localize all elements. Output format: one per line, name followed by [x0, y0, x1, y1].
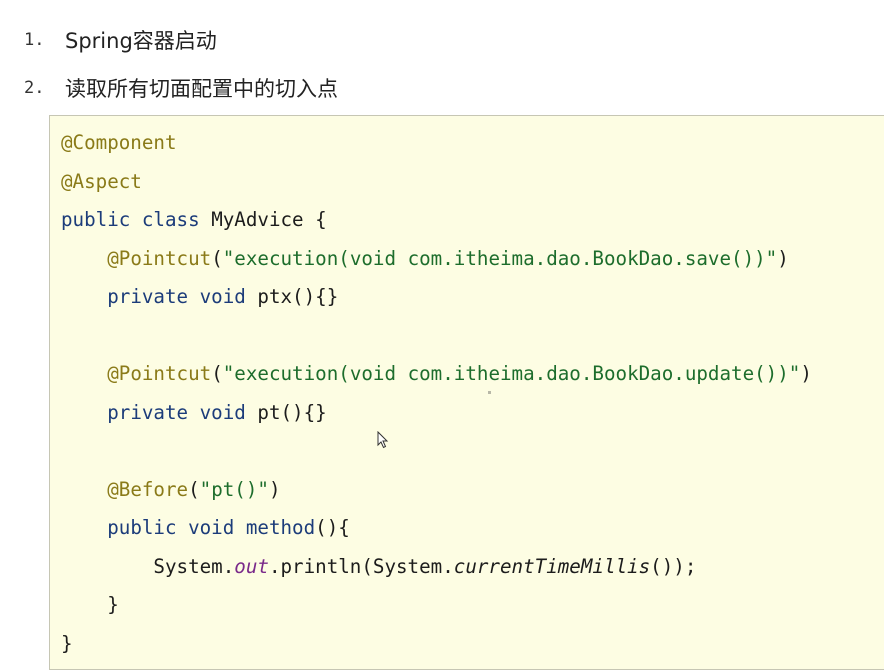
- code-token: pt(){}: [257, 400, 327, 424]
- code-block: @Component @Aspect public class MyAdvice {…: [49, 115, 884, 670]
- code-line: @Pointcut("execution(void com.itheima.da…: [61, 355, 812, 393]
- mouse-pointer-icon: [377, 431, 389, 449]
- list-item-number: 2.: [24, 78, 45, 98]
- code-token: (: [211, 362, 223, 385]
- code-line: public void method(){: [61, 509, 350, 547]
- code-token: }: [61, 593, 119, 616]
- code-line: }: [61, 625, 73, 663]
- code-token: }: [61, 631, 73, 655]
- code-token: method: [245, 516, 316, 539]
- code-line: @Aspect: [61, 163, 142, 201]
- code-line: public class MyAdvice {: [61, 201, 327, 239]
- code-line: @Before("pt()"): [61, 471, 281, 509]
- list-item-text: 读取所有切面配置中的切入点: [65, 77, 338, 101]
- code-line: private void pt(){}: [61, 394, 327, 432]
- code-token: private void: [107, 400, 258, 424]
- code-token: (){: [315, 516, 350, 539]
- code-token: "pt()": [199, 477, 269, 501]
- code-token: public class: [61, 208, 212, 231]
- code-token: (: [188, 477, 200, 501]
- code-token: ptx(){}: [257, 285, 339, 308]
- code-token: ());: [650, 554, 697, 578]
- list-item-text: Spring容器启动: [65, 29, 217, 53]
- code-line: private void ptx(){}: [61, 278, 338, 316]
- code-token: @Pointcut: [107, 246, 212, 270]
- code-token: out: [234, 554, 269, 578]
- code-line: System.out.println(System.currentTimeMil…: [61, 548, 696, 586]
- code-token: .println(System.: [268, 554, 454, 578]
- code-token: MyAdvice {: [211, 208, 327, 231]
- code-token: ): [777, 246, 789, 270]
- code-token: System.: [61, 554, 235, 578]
- code-token: currentTimeMillis: [453, 554, 651, 578]
- code-line: @Component: [61, 124, 177, 162]
- code-token: @Before: [107, 477, 189, 501]
- code-token: @Aspect: [61, 169, 142, 193]
- code-line: }: [61, 586, 119, 624]
- code-token: (: [211, 246, 223, 270]
- list-item-number: 1.: [24, 30, 45, 50]
- code-line: @Pointcut("execution(void com.itheima.da…: [61, 240, 789, 278]
- code-token: ): [800, 362, 812, 385]
- small-mark: [488, 391, 491, 394]
- code-token: "execution(void com.itheima.dao.BookDao.…: [222, 246, 778, 270]
- code-token: "execution(void com.itheima.dao.BookDao.…: [222, 362, 801, 385]
- code-token: public void: [107, 516, 246, 539]
- code-token: ): [268, 477, 281, 501]
- code-token: @Component: [61, 131, 177, 154]
- code-token: private void: [107, 285, 258, 308]
- code-token: @Pointcut: [107, 362, 212, 385]
